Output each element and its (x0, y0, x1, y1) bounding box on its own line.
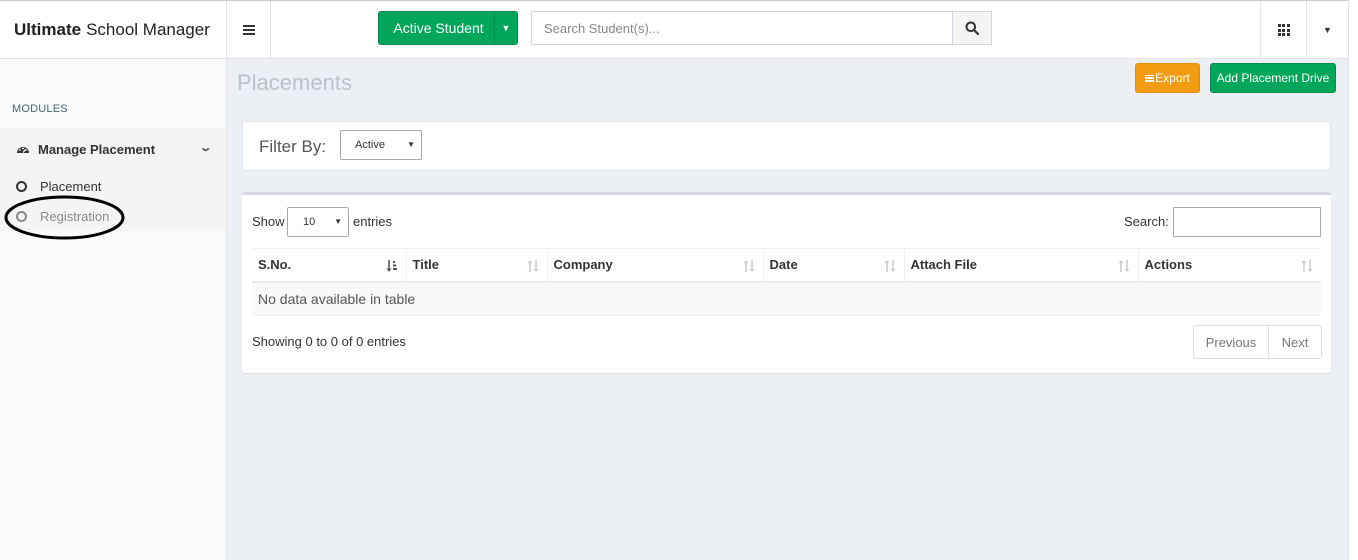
add-placement-drive-button[interactable]: Add Placement Drive (1210, 63, 1336, 93)
empty-table-message: No data available in table (252, 281, 1321, 316)
column-label: S.No. (258, 257, 292, 273)
user-menu-button[interactable]: ▼ (1306, 1, 1348, 59)
sort-asc-icon (386, 260, 397, 272)
previous-page-button[interactable]: Previous (1194, 326, 1269, 358)
grid-icon (1277, 24, 1290, 36)
column-header-sno[interactable]: S.No. (252, 248, 407, 283)
caret-down-icon: ▼ (407, 140, 415, 149)
column-label: Date (769, 257, 798, 273)
column-header-actions[interactable]: Actions (1138, 248, 1321, 283)
sort-both-icon (1301, 260, 1313, 272)
student-search-input[interactable] (532, 12, 952, 44)
next-page-button[interactable]: Next (1269, 326, 1321, 358)
scrollbar[interactable] (1348, 0, 1358, 560)
table-search-label: Search: (1124, 214, 1169, 229)
sidebar-section-header: MODULES (12, 103, 68, 115)
table-info: Showing 0 to 0 of 0 entries (252, 334, 406, 349)
export-button[interactable]: Export (1135, 63, 1200, 93)
student-filter-label[interactable]: Active Student (379, 12, 495, 44)
column-header-company[interactable]: Company (547, 248, 764, 283)
filter-label: Filter By: (259, 137, 327, 156)
top-navbar: Ultimate School Manager Active Student ▼… (0, 0, 1358, 59)
show-label: Show (252, 214, 285, 229)
table-header-row: S.No. Title Company Date Attach File Act… (252, 248, 1321, 283)
export-label: Export (1155, 71, 1190, 85)
sort-both-icon (527, 260, 538, 272)
student-search (531, 11, 992, 45)
sidebar-item-placement[interactable]: Placement (16, 176, 101, 196)
circle-icon (16, 180, 27, 192)
page-length-select[interactable]: 10 ▼ (287, 207, 349, 237)
apps-button[interactable] (1260, 1, 1306, 59)
brand-logo[interactable]: Ultimate School Manager (0, 1, 227, 59)
sort-both-icon (743, 260, 754, 272)
sidebar-item-manage-placement[interactable]: Manage Placement ⌄ (0, 128, 226, 170)
column-label: Company (553, 257, 613, 273)
brand-rest: School Manager (86, 20, 210, 39)
sort-both-icon (1118, 260, 1129, 272)
filter-panel: Filter By: Active ▼ (242, 121, 1331, 171)
search-button[interactable] (952, 12, 991, 44)
placements-table: S.No. Title Company Date Attach File Act… (252, 248, 1321, 316)
column-label: Actions (1144, 257, 1193, 273)
student-filter-dropdown[interactable]: Active Student ▼ (378, 11, 518, 45)
dashboard-icon (17, 147, 29, 153)
page-length-value: 10 (303, 216, 316, 228)
caret-down-icon[interactable]: ▼ (495, 12, 517, 44)
caret-down-icon: ▼ (334, 217, 342, 226)
column-header-date[interactable]: Date (763, 248, 905, 283)
chevron-down-icon: ⌄ (198, 142, 213, 154)
column-header-attach-file[interactable]: Attach File (904, 248, 1139, 283)
sidebar-item-label: Manage Placement (38, 141, 156, 157)
column-label: Title (412, 257, 440, 273)
highlight-ellipse (4, 195, 125, 240)
list-icon (1145, 74, 1155, 82)
sidebar-toggle-button[interactable] (227, 1, 271, 59)
brand-bold: Ultimate (14, 20, 82, 39)
column-header-title[interactable]: Title (406, 248, 548, 283)
pagination: Previous Next (1193, 325, 1322, 359)
table-search-input[interactable] (1173, 207, 1321, 237)
placements-table-panel: Show 10 ▼ entries Search: S.No. Title Co… (242, 192, 1331, 373)
sidebar-item-label: Placement (40, 178, 102, 194)
status-filter-value: Active (355, 139, 385, 151)
sort-both-icon (884, 260, 895, 272)
page-title: Placements (237, 70, 352, 95)
status-filter-select[interactable]: Active ▼ (340, 130, 422, 160)
hamburger-icon (242, 25, 255, 35)
entries-label: entries (353, 214, 393, 229)
search-icon (965, 21, 979, 35)
sidebar: MODULES Manage Placement ⌄ Placement Reg… (0, 59, 227, 560)
column-label: Attach File (910, 257, 977, 273)
table-row: No data available in table (252, 281, 1321, 316)
caret-down-icon: ▼ (1323, 25, 1332, 35)
